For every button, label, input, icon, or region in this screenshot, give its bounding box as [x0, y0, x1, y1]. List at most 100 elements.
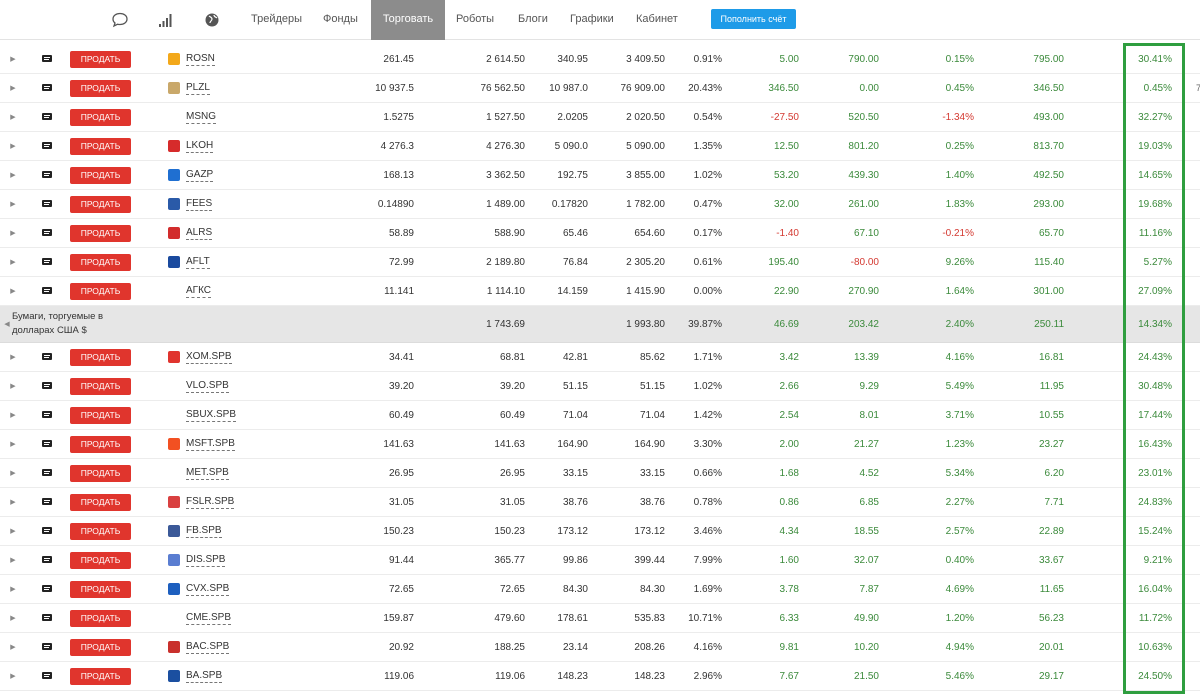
- table-row[interactable]: ▶ ПРОДАТЬ АГКС 11.141 1 114.10 14.159 1 415.90…: [0, 277, 1200, 306]
- table-row[interactable]: ▶ ПРОДАТЬ FSLR.SPB 31.05 31.05 38.76 38.76 0.78…: [0, 488, 1200, 517]
- ticker-link[interactable]: LKOH: [186, 140, 214, 153]
- table-row[interactable]: ▶ ПРОДАТЬ BAC.SPB 20.92 188.25 23.14 208.26 4.1…: [0, 633, 1200, 662]
- expand-arrow-icon[interactable]: ▶: [9, 103, 17, 131]
- sell-button[interactable]: ПРОДАТЬ: [70, 195, 131, 213]
- ticker-link[interactable]: VLO.SPB: [186, 380, 229, 393]
- comment-icon[interactable]: [41, 45, 53, 73]
- sell-button[interactable]: ПРОДАТЬ: [70, 638, 131, 656]
- sell-button[interactable]: ПРОДАТЬ: [70, 253, 131, 271]
- ticker-link[interactable]: ROSN: [186, 53, 215, 66]
- table-row[interactable]: ▶ ПРОДАТЬ VLO.SPB 39.20 39.20 51.15 51.15 1.02%…: [0, 372, 1200, 401]
- comment-icon[interactable]: [41, 343, 53, 371]
- table-row[interactable]: ▶ ПРОДАТЬ ROSN 261.45 2 614.50 340.95 3 409.50…: [0, 45, 1200, 74]
- table-row[interactable]: ▶ ПРОДАТЬ LKOH 4 276.3 4 276.30 5 090.0 5 090.…: [0, 132, 1200, 161]
- table-row[interactable]: ▶ ПРОДАТЬ MSFT.SPB 141.63 141.63 164.90 164.90…: [0, 430, 1200, 459]
- fund-account-button[interactable]: Пополнить счёт: [711, 9, 796, 29]
- sell-button[interactable]: ПРОДАТЬ: [70, 580, 131, 598]
- table-row[interactable]: ▶ ПРОДАТЬ SBUX.SPB 60.49 60.49 71.04 71.04 1.42…: [0, 401, 1200, 430]
- collapse-arrow-icon[interactable]: ◀: [3, 306, 11, 342]
- expand-arrow-icon[interactable]: ▶: [9, 517, 17, 545]
- ticker-link[interactable]: FEES: [186, 198, 213, 211]
- expand-arrow-icon[interactable]: ▶: [9, 372, 17, 400]
- ticker-link[interactable]: CVX.SPB: [186, 583, 230, 596]
- sell-button[interactable]: ПРОДАТЬ: [70, 377, 131, 395]
- ticker-link[interactable]: MSNG: [186, 111, 216, 124]
- comment-icon[interactable]: [41, 103, 53, 131]
- ticker-link[interactable]: AFLT: [186, 256, 210, 269]
- table-row[interactable]: ▶ ПРОДАТЬ AFLT 72.99 2 189.80 76.84 2 305.20 0.…: [0, 248, 1200, 277]
- table-row[interactable]: ▶ ПРОДАТЬ FEES 0.14890 1 489.00 0.17820 1 782.…: [0, 190, 1200, 219]
- comment-icon[interactable]: [41, 459, 53, 487]
- comment-icon[interactable]: [41, 219, 53, 247]
- comment-icon[interactable]: [41, 401, 53, 429]
- expand-arrow-icon[interactable]: ▶: [9, 161, 17, 189]
- ticker-link[interactable]: BAC.SPB: [186, 641, 230, 654]
- table-row[interactable]: ▶ ПРОДАТЬ BA.SPB 119.06 119.06 148.23 148.23 2.…: [0, 662, 1200, 691]
- table-row[interactable]: ▶ ПРОДАТЬ PLZL 10 937.5 76 562.50 10 987.0 76 …: [0, 74, 1200, 103]
- comment-icon[interactable]: [41, 248, 53, 276]
- table-row[interactable]: ▶ ПРОДАТЬ CME.SPB 159.87 479.60 178.61 535.83 1…: [0, 604, 1200, 633]
- nav-robots[interactable]: Роботы: [456, 0, 494, 40]
- table-row[interactable]: ▶ ПРОДАТЬ GAZP 168.13 3 362.50 192.75 3 855.00…: [0, 161, 1200, 190]
- ticker-link[interactable]: XOM.SPB: [186, 351, 232, 364]
- comment-icon[interactable]: [41, 430, 53, 458]
- group-row[interactable]: ◀ Бумаги, торгуемые в долларах США $ 1 743…: [0, 306, 1200, 343]
- comment-icon[interactable]: [41, 190, 53, 218]
- ticker-link[interactable]: DIS.SPB: [186, 554, 226, 567]
- table-row[interactable]: ▶ ПРОДАТЬ FB.SPB 150.23 150.23 173.12 173.12 3.…: [0, 517, 1200, 546]
- ticker-link[interactable]: PLZL: [186, 82, 210, 95]
- ticker-link[interactable]: CME.SPB: [186, 612, 232, 625]
- comment-icon[interactable]: [41, 74, 53, 102]
- expand-arrow-icon[interactable]: ▶: [9, 343, 17, 371]
- expand-arrow-icon[interactable]: ▶: [9, 219, 17, 247]
- expand-arrow-icon[interactable]: ▶: [9, 575, 17, 603]
- comment-icon[interactable]: [41, 161, 53, 189]
- comment-icon[interactable]: [41, 488, 53, 516]
- sell-button[interactable]: ПРОДАТЬ: [70, 348, 131, 366]
- sell-button[interactable]: ПРОДАТЬ: [70, 522, 131, 540]
- expand-arrow-icon[interactable]: ▶: [9, 45, 17, 73]
- nav-blogs[interactable]: Блоги: [518, 0, 548, 40]
- table-row[interactable]: ▶ ПРОДАТЬ CVX.SPB 72.65 72.65 84.30 84.30 1.69%…: [0, 575, 1200, 604]
- expand-arrow-icon[interactable]: ▶: [9, 277, 17, 305]
- expand-arrow-icon[interactable]: ▶: [9, 248, 17, 276]
- ticker-link[interactable]: MET.SPB: [186, 467, 229, 480]
- nav-charts[interactable]: Графики: [570, 0, 614, 40]
- table-row[interactable]: ▶ ПРОДАТЬ DIS.SPB 91.44 365.77 99.86 399.44 7.9…: [0, 546, 1200, 575]
- table-row[interactable]: ▶ ПРОДАТЬ XOM.SPB 34.41 68.81 42.81 85.62 1.71%…: [0, 343, 1200, 372]
- table-row[interactable]: ▶ ПРОДАТЬ MSNG 1.5275 1 527.50 2.0205 2 020.50…: [0, 103, 1200, 132]
- comment-icon[interactable]: [41, 604, 53, 632]
- nav-trade[interactable]: Торговать: [371, 0, 445, 40]
- expand-arrow-icon[interactable]: ▶: [9, 74, 17, 102]
- nav-traders[interactable]: Трейдеры: [251, 0, 302, 40]
- sell-button[interactable]: ПРОДАТЬ: [70, 108, 131, 126]
- expand-arrow-icon[interactable]: ▶: [9, 132, 17, 160]
- signal-bars-icon[interactable]: [157, 11, 175, 29]
- sell-button[interactable]: ПРОДАТЬ: [70, 464, 131, 482]
- sell-button[interactable]: ПРОДАТЬ: [70, 224, 131, 242]
- sell-button[interactable]: ПРОДАТЬ: [70, 609, 131, 627]
- ticker-link[interactable]: MSFT.SPB: [186, 438, 235, 451]
- sell-button[interactable]: ПРОДАТЬ: [70, 406, 131, 424]
- sell-button[interactable]: ПРОДАТЬ: [70, 79, 131, 97]
- table-row[interactable]: ▶ ПРОДАТЬ ALRS 58.89 588.90 65.46 654.60 0.17% -…: [0, 219, 1200, 248]
- globe-icon[interactable]: [203, 11, 221, 29]
- sell-button[interactable]: ПРОДАТЬ: [70, 435, 131, 453]
- ticker-link[interactable]: SBUX.SPB: [186, 409, 237, 422]
- expand-arrow-icon[interactable]: ▶: [9, 401, 17, 429]
- ticker-link[interactable]: BA.SPB: [186, 670, 223, 683]
- sell-button[interactable]: ПРОДАТЬ: [70, 137, 131, 155]
- comment-icon[interactable]: [41, 575, 53, 603]
- expand-arrow-icon[interactable]: ▶: [9, 546, 17, 574]
- comment-icon[interactable]: [41, 546, 53, 574]
- expand-arrow-icon[interactable]: ▶: [9, 633, 17, 661]
- expand-arrow-icon[interactable]: ▶: [9, 488, 17, 516]
- chat-icon[interactable]: [111, 11, 129, 29]
- comment-icon[interactable]: [41, 517, 53, 545]
- expand-arrow-icon[interactable]: ▶: [9, 459, 17, 487]
- nav-cabinet[interactable]: Кабинет: [636, 0, 678, 40]
- table-row[interactable]: ▶ ПРОДАТЬ MET.SPB 26.95 26.95 33.15 33.15 0.66%…: [0, 459, 1200, 488]
- expand-arrow-icon[interactable]: ▶: [9, 604, 17, 632]
- sell-button[interactable]: ПРОДАТЬ: [70, 50, 131, 68]
- comment-icon[interactable]: [41, 662, 53, 690]
